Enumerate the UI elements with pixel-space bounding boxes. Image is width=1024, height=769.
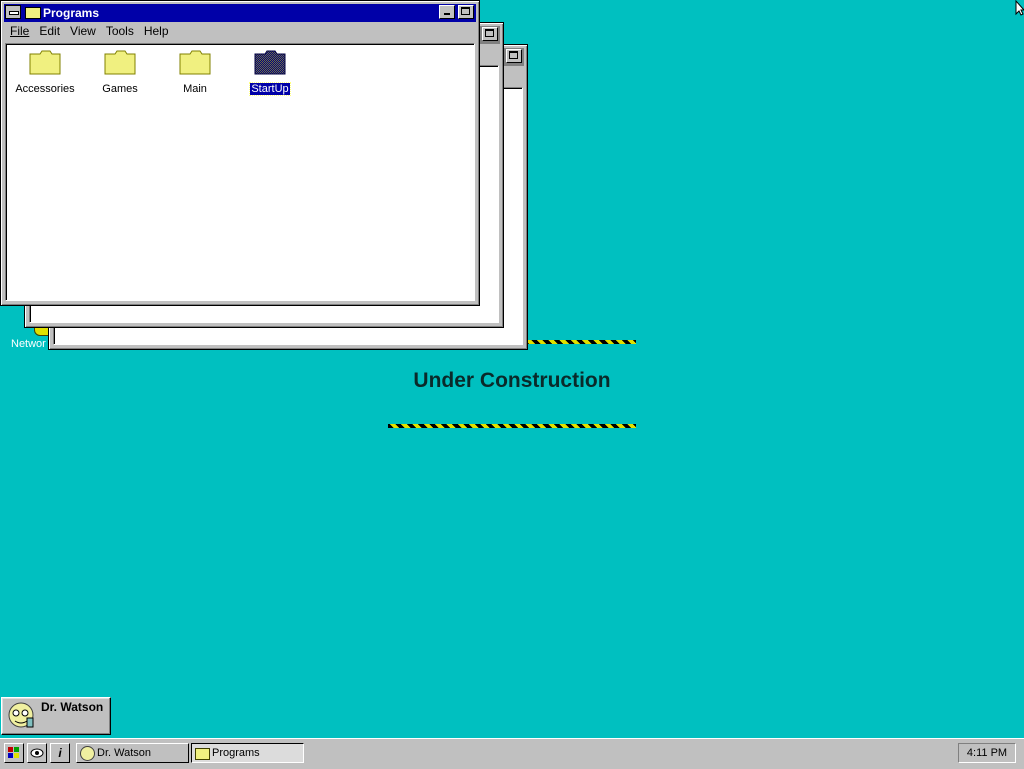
- dr-watson-label: Dr. Watson: [41, 700, 104, 714]
- desktop-icon-label: Networ: [11, 338, 46, 350]
- taskbar-button-label: Dr. Watson: [97, 747, 151, 759]
- program-group-label: StartUp: [249, 82, 291, 96]
- folder-icon: [104, 50, 136, 75]
- control-menu-button[interactable]: [5, 5, 21, 19]
- folder-icon: [179, 50, 211, 75]
- titlebar-folder-icon: [25, 7, 41, 19]
- menu-help[interactable]: Help: [139, 23, 174, 39]
- programs-window[interactable]: Programs File Edit View Tools Help Accessori…: [0, 0, 480, 306]
- dr-watson-tile[interactable]: Dr. Watson: [1, 697, 111, 735]
- eye-glyph-icon: [30, 748, 44, 758]
- taskbar-button-label: Programs: [212, 747, 260, 759]
- menu-bar: File Edit View Tools Help: [5, 23, 174, 41]
- dr-watson-icon: [8, 702, 34, 728]
- folder-icon: [195, 748, 210, 760]
- windows-flag-icon: [8, 747, 19, 758]
- info-icon[interactable]: i: [50, 743, 70, 763]
- maximize-icon: [485, 29, 494, 37]
- programs-client-area: Accessories Games Main StartUp: [5, 43, 475, 301]
- maximize-icon: [461, 7, 470, 15]
- program-group-startup[interactable]: StartUp: [235, 48, 305, 96]
- menu-edit[interactable]: Edit: [34, 23, 65, 39]
- maximize-button[interactable]: [482, 27, 498, 41]
- mouse-cursor-icon: [1015, 0, 1024, 16]
- folder-icon: [254, 50, 286, 75]
- folder-icon: [29, 50, 61, 75]
- program-group-games[interactable]: Games: [85, 48, 155, 95]
- taskbar-button-programs[interactable]: Programs: [191, 743, 304, 763]
- taskbar-clock: 4:11 PM: [958, 743, 1016, 763]
- maximize-button[interactable]: [458, 5, 474, 19]
- program-group-main[interactable]: Main: [160, 48, 230, 95]
- hazard-stripe-bottom: [388, 424, 636, 428]
- window-titlebar[interactable]: Programs: [4, 4, 476, 22]
- minimize-button[interactable]: [439, 5, 455, 19]
- taskbar-button-dr-watson[interactable]: Dr. Watson: [76, 743, 189, 763]
- start-icon[interactable]: [4, 743, 24, 763]
- program-group-label: Games: [102, 83, 138, 95]
- menu-view[interactable]: View: [65, 23, 101, 39]
- menu-file[interactable]: File: [5, 23, 34, 39]
- taskbar: i Dr. Watson Programs 4:11 PM: [0, 738, 1024, 769]
- program-group-accessories[interactable]: Accessories: [10, 48, 80, 95]
- eye-icon[interactable]: [27, 743, 47, 763]
- menu-tools[interactable]: Tools: [101, 23, 139, 39]
- minimize-icon: [444, 13, 450, 15]
- program-group-label: Accessories: [15, 83, 75, 95]
- window-title: Programs: [43, 6, 100, 20]
- under-construction-banner: Under Construction: [413, 369, 611, 392]
- dr-watson-icon: [80, 746, 95, 761]
- maximize-icon: [509, 51, 518, 59]
- maximize-button[interactable]: [506, 49, 522, 63]
- program-group-label: Main: [183, 83, 207, 95]
